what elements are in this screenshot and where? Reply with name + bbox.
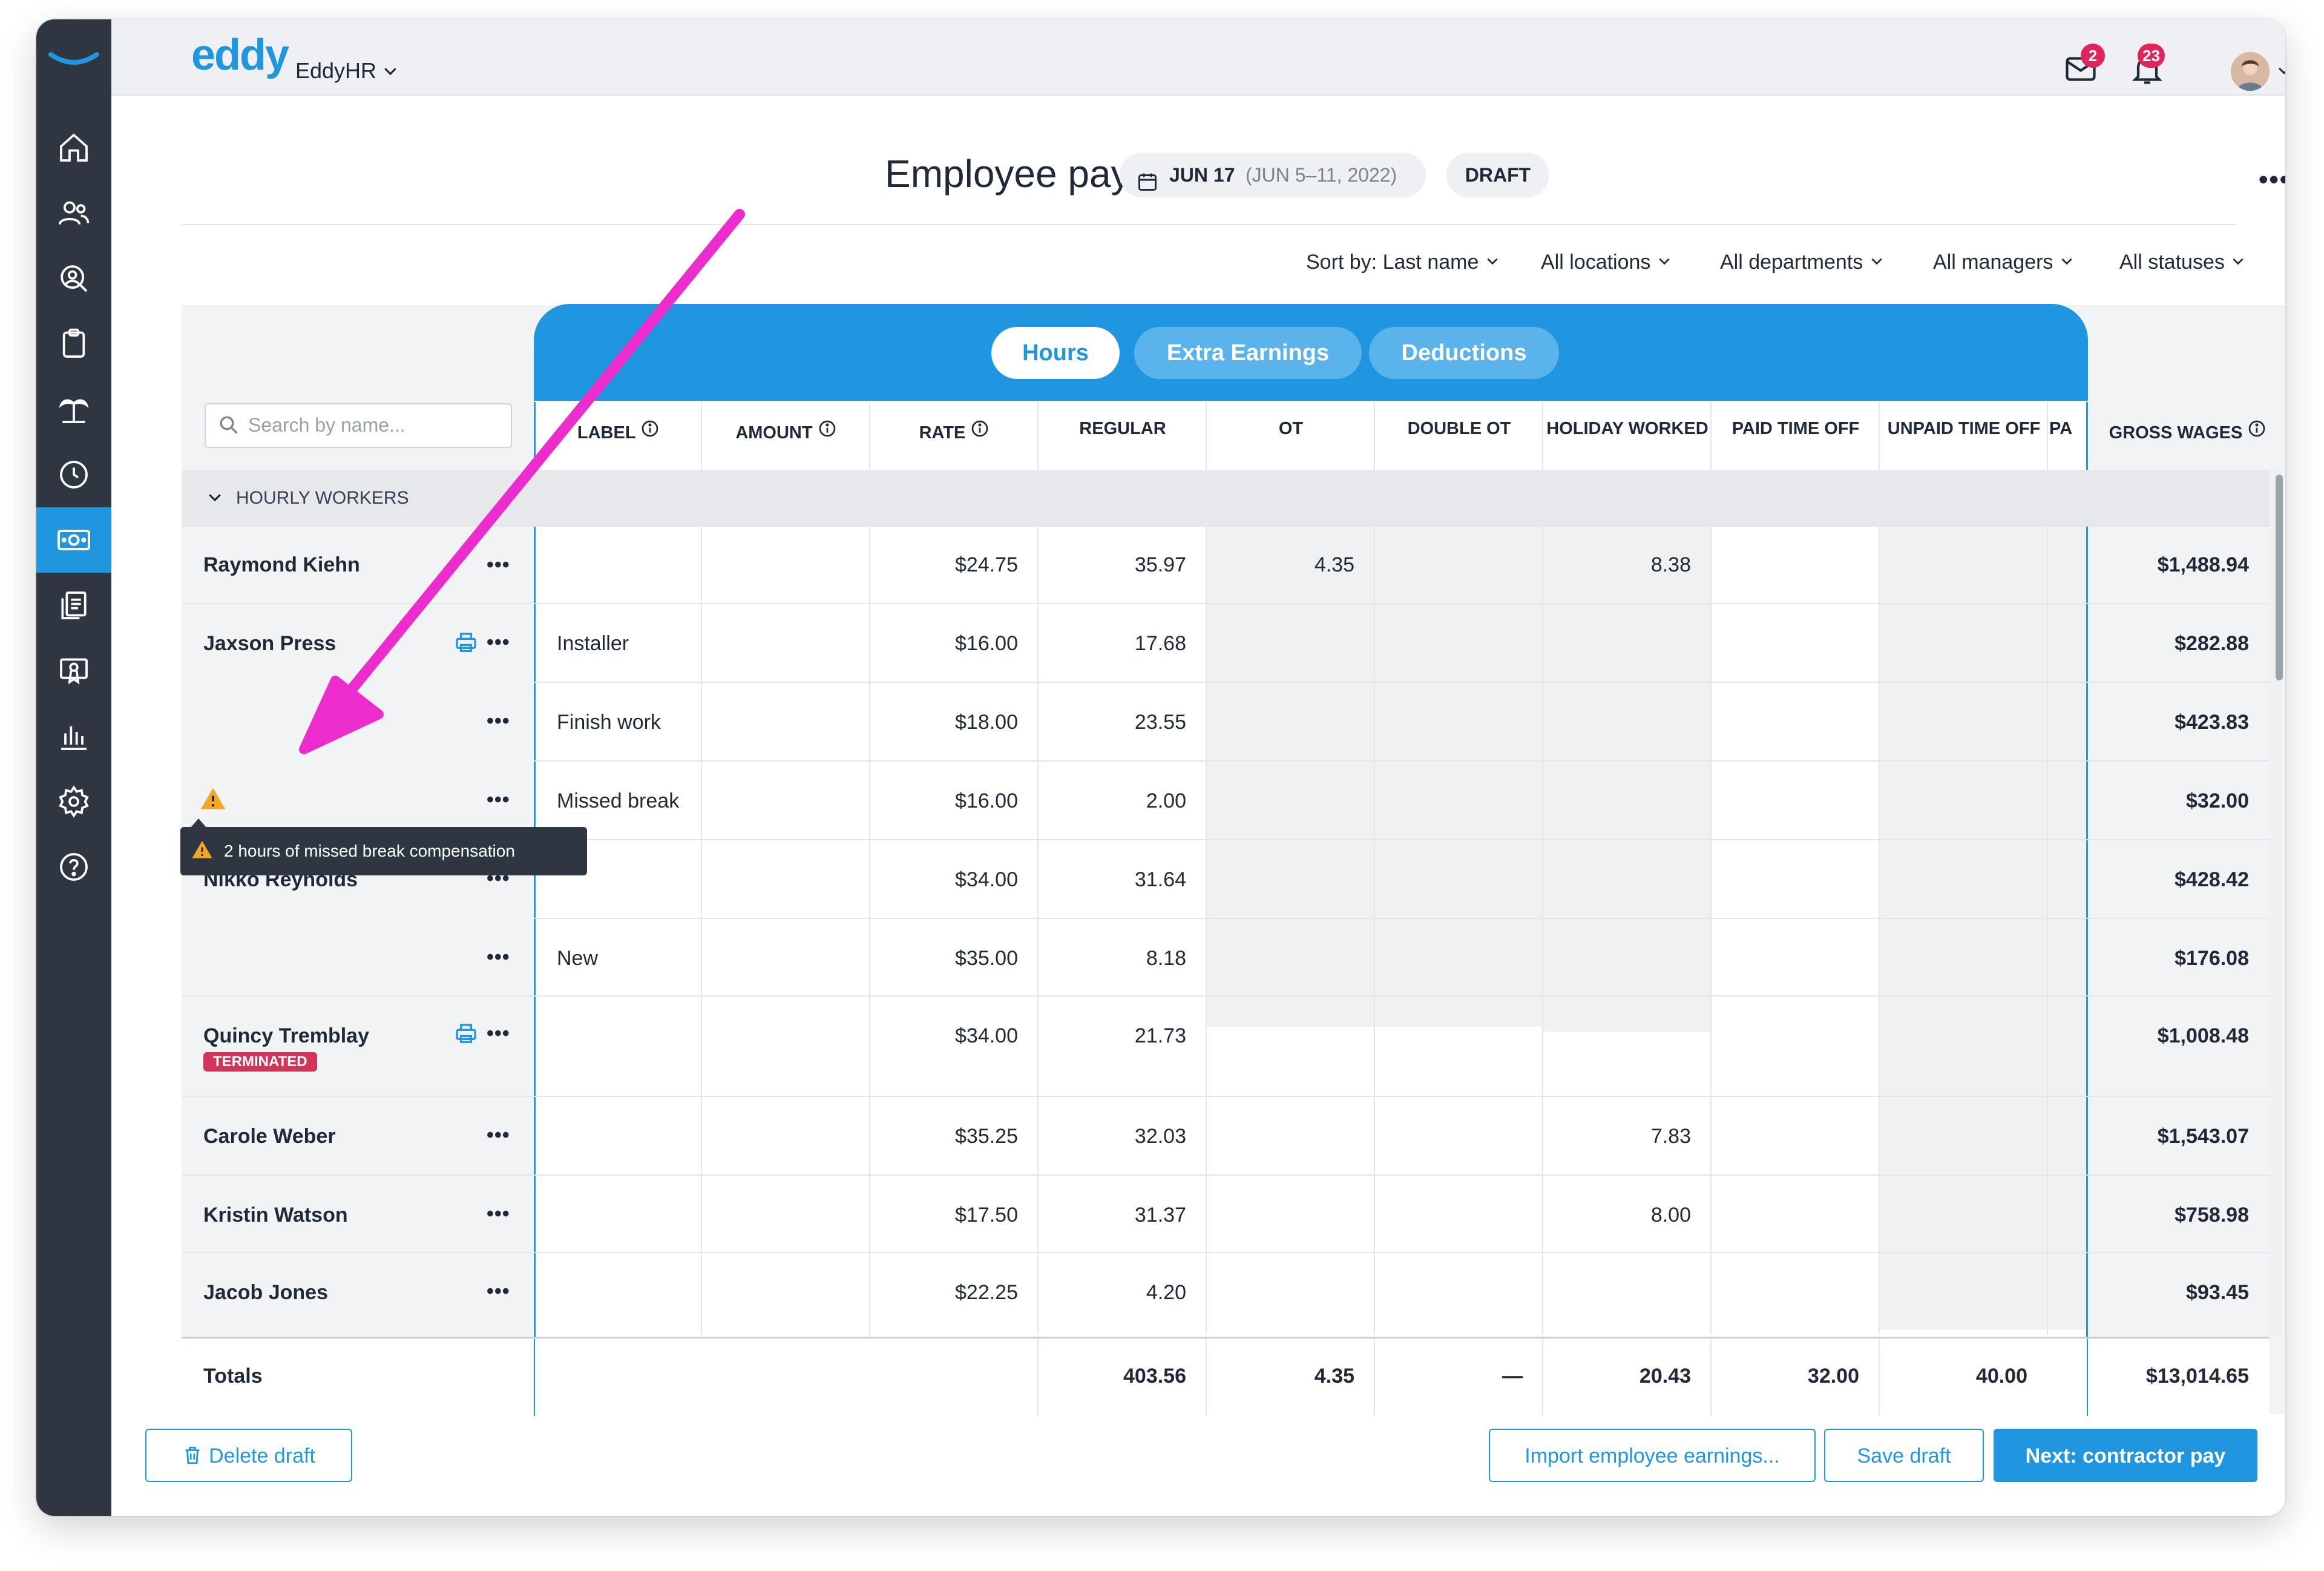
app-window: eddy EddyHR 2 23 Employee pay JUN 17 (JU… <box>36 19 2285 1516</box>
annotation-arrow-icon <box>299 209 745 754</box>
